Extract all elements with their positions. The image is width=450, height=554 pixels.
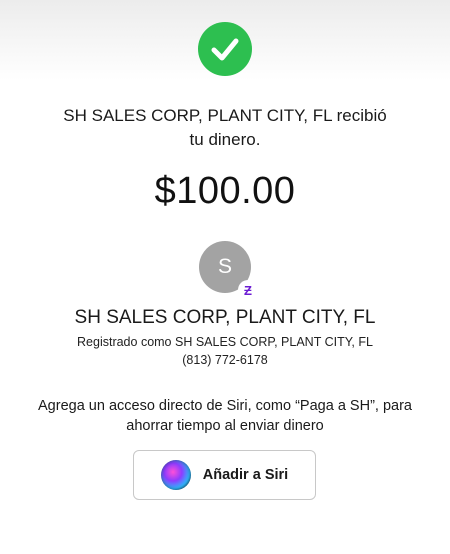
add-to-siri-label: Añadir a Siri bbox=[202, 467, 289, 483]
recipient-phone: (813) 772-6178 bbox=[182, 353, 268, 367]
siri-shortcut-prompt: Agrega un acceso directo de Siri, como “… bbox=[20, 396, 430, 436]
checkmark-icon bbox=[211, 38, 239, 61]
add-to-siri-button[interactable]: Añadir a Siri bbox=[133, 450, 316, 500]
payment-amount: $100.00 bbox=[154, 170, 296, 212]
confirmation-line-1: SH SALES CORP, PLANT CITY, FL recibió bbox=[63, 106, 387, 125]
zelle-icon: Ƶ bbox=[238, 280, 258, 300]
registered-as-text: Registrado como SH SALES CORP, PLANT CIT… bbox=[77, 335, 373, 349]
siri-prompt-line-2: ahorrar tiempo al enviar dinero bbox=[126, 418, 324, 434]
siri-prompt-line-1: Agrega un acceso directo de Siri, como “… bbox=[38, 398, 412, 414]
success-checkmark-icon bbox=[198, 22, 252, 76]
confirmation-line-2: tu dinero. bbox=[189, 130, 261, 149]
recipient-name: SH SALES CORP, PLANT CITY, FL bbox=[74, 307, 376, 328]
avatar-initial: S bbox=[217, 255, 232, 278]
siri-icon bbox=[160, 460, 191, 490]
confirmation-message: SH SALES CORP, PLANT CITY, FL recibió tu… bbox=[20, 104, 430, 152]
